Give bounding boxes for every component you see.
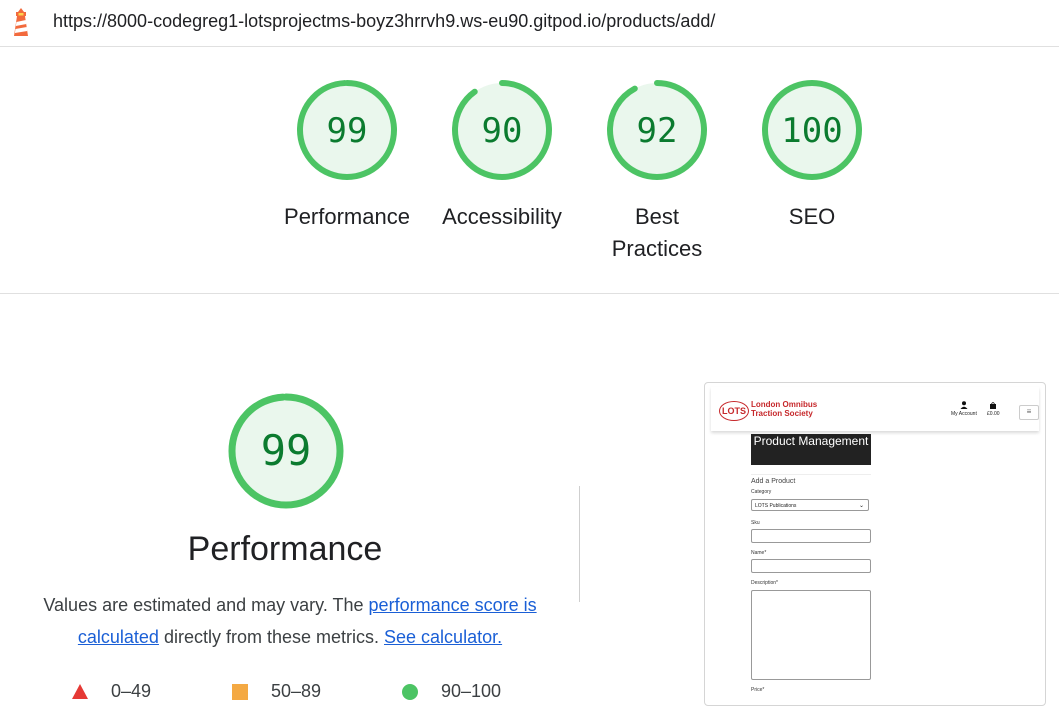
preview-description-label: Description* [751, 580, 778, 586]
preview-brand: London Omnibus Traction Society [751, 400, 817, 418]
red-triangle-icon [72, 683, 88, 699]
gauge-ring: 90 [452, 80, 552, 180]
preview-bag-total: £0.00 [987, 411, 1000, 417]
gauge-label: Best Practices [611, 204, 703, 261]
preview-sku-input [751, 529, 871, 543]
gauge-score: 100 [781, 111, 842, 151]
preview-price-label: Price* [751, 687, 765, 693]
green-circle-icon [402, 683, 418, 700]
legend-range: 90–100 [441, 681, 502, 701]
orange-square-icon [232, 683, 248, 700]
preview-name-input [751, 559, 871, 573]
preview-category-value: LOTS Publications [755, 503, 797, 509]
chevron-down-icon: ⌄ [858, 503, 864, 509]
preview-name-label: Name* [751, 550, 767, 556]
vertical-divider [579, 486, 580, 602]
lighthouse-icon [14, 8, 28, 36]
shopping-bag-icon [990, 402, 997, 409]
desc-text: Values are estimated and may vary. The [43, 595, 369, 615]
legend-item-fail: 0–49 [71, 681, 151, 702]
preview-header: LOTS London Omnibus Traction Society My … [711, 387, 1039, 431]
preview-bag: £0.00 [987, 401, 1000, 417]
gauge-label: Performance [284, 204, 410, 229]
performance-gauge: 99 [228, 393, 344, 509]
preview-brand-line: Traction Society [751, 409, 813, 418]
legend-range: 50–89 [271, 681, 322, 701]
legend-range: 0–49 [111, 681, 152, 701]
gauge-ring: 100 [762, 80, 862, 180]
legend-item-average: 50–89 [231, 681, 321, 702]
address-bar: https://8000-codegreg1-lotsprojectms-boy… [0, 0, 1059, 47]
gauge-score: 99 [327, 111, 368, 151]
gauge-seo[interactable]: 100 SEO [737, 77, 887, 233]
preview-sku-label: Sku [751, 520, 760, 526]
gauge-performance[interactable]: 99 Performance [272, 77, 422, 233]
page-screenshot-preview[interactable]: LOTS London Omnibus Traction Society My … [704, 382, 1046, 706]
preview-brand-line: London Omnibus [751, 400, 818, 409]
user-icon [960, 401, 968, 409]
performance-score: 99 [261, 426, 312, 475]
gauge-ring: 99 [297, 80, 397, 180]
gauge-label: SEO [788, 204, 836, 229]
page-url[interactable]: https://8000-codegreg1-lotsprojectms-boy… [53, 11, 715, 32]
gauge-label: Accessibility [442, 204, 562, 229]
performance-title: Performance [187, 530, 383, 568]
preview-page-title: Product Management [751, 434, 871, 465]
preview-category-select: LOTS Publications ⌄ [751, 499, 869, 511]
section-divider [0, 293, 1059, 294]
gauge-best-practices[interactable]: 92 Best Practices [582, 77, 732, 265]
gauge-ring: 92 [607, 80, 707, 180]
preview-logo: LOTS [719, 401, 749, 421]
hamburger-icon: ≡ [1019, 405, 1039, 420]
desc-text: directly from these metrics. [158, 627, 385, 647]
gauge-score: 90 [482, 111, 523, 151]
preview-account-label: My Account [951, 411, 977, 417]
preview-category-label: Category [751, 489, 772, 495]
preview-description-textarea [751, 590, 871, 680]
preview-subtitle: Add a Product [751, 474, 871, 485]
gauge-score: 92 [637, 111, 678, 151]
see-calculator-link[interactable]: See calculator. [384, 627, 502, 647]
legend-item-pass: 90–100 [401, 681, 501, 702]
gauge-accessibility[interactable]: 90 Accessibility [427, 77, 577, 233]
preview-account: My Account [951, 401, 977, 417]
performance-description: Values are estimated and may vary. The p… [25, 589, 555, 653]
